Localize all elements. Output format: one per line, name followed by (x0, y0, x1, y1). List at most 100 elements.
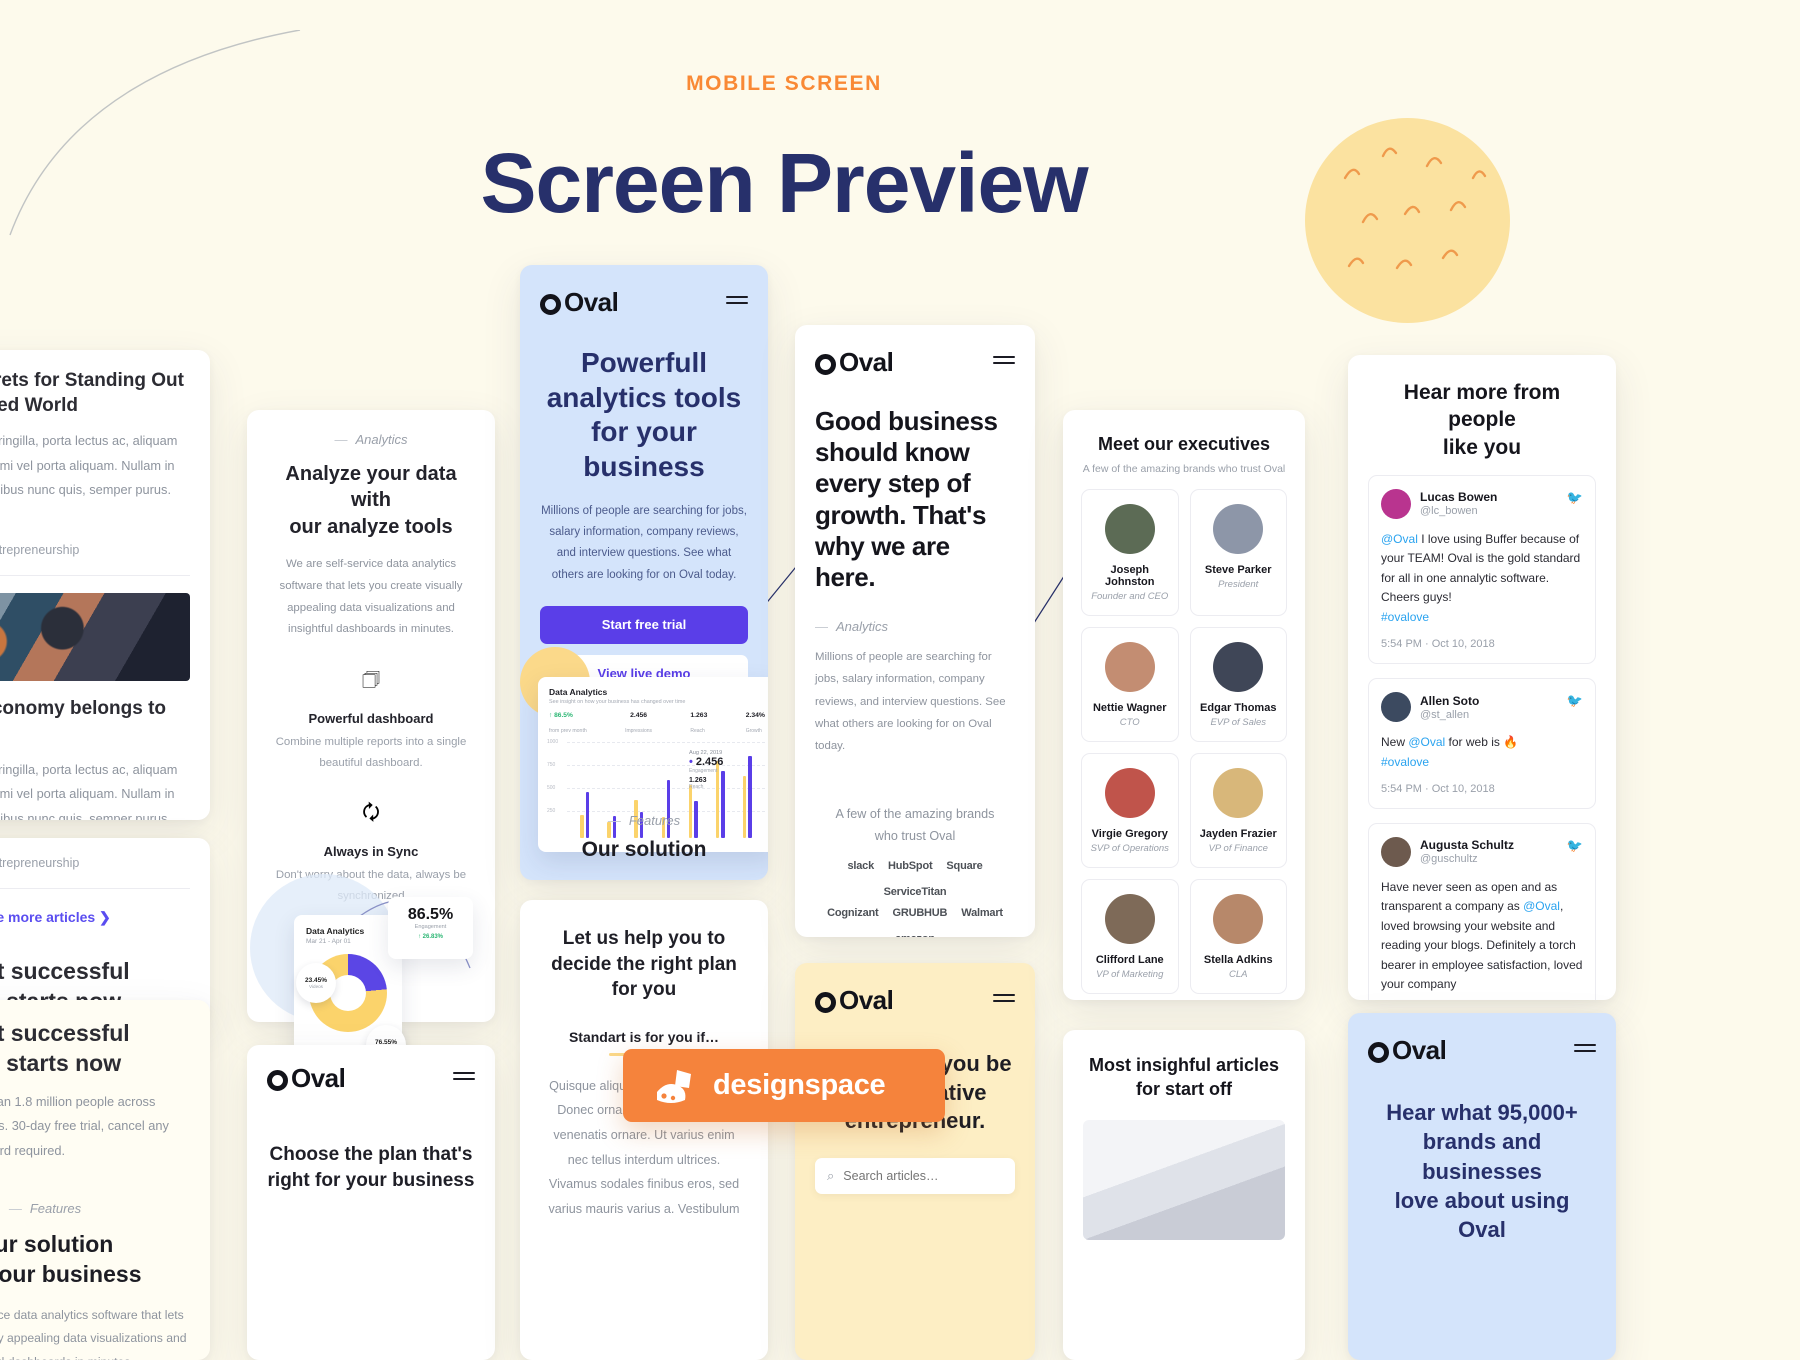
hashtag-link[interactable]: #ovalove (1381, 755, 1429, 769)
oval-logo-mark (815, 354, 836, 375)
designspace-badge[interactable]: designspace (623, 1049, 945, 1122)
choose-plan-card: Oval Choose the plan that's right for yo… (247, 1045, 495, 1360)
article-category: Entrepreneurship (0, 543, 80, 558)
oval-logo: Oval (815, 985, 894, 1016)
solution-title-line1: Our solution (0, 1231, 114, 1258)
growth-value: ↑ 86.5% (549, 712, 573, 719)
hero-title-line2: analytics tools (546, 381, 742, 413)
hero-body: Millions of people are searching for job… (541, 504, 747, 581)
hashtag-link[interactable]: #ovalove (1381, 610, 1429, 624)
executive-role: SVP of Operations (1090, 843, 1169, 854)
avatar (1381, 692, 1411, 723)
insight-image (1083, 1119, 1285, 1240)
executive-name: Clifford Lane (1095, 954, 1164, 966)
analyze-title-line1: Analyze your data with (285, 463, 457, 512)
donut-label-videos: 23.45% Videos (296, 963, 336, 1003)
dashboard-title: Data Analytics (549, 687, 608, 697)
executive-role: CLA (1229, 969, 1248, 980)
executive-name: Edgar Thomas (1200, 702, 1277, 714)
search-input[interactable] (843, 1168, 1003, 1183)
tweet-list: Lucas Bowen @lc_bowen 🐦 @Oval I love using … (1368, 474, 1596, 1000)
kpi-label: Impressions (625, 728, 653, 734)
donut-chart-card: Data Analytics Mar 21 - Apr 01 23.45% Vi… (294, 915, 406, 1065)
tweet-body: Have never seen as open and as transpare… (1381, 879, 1583, 992)
analyze-eyebrow: — Analytics (334, 432, 408, 447)
mention-link[interactable]: @Oval (1523, 899, 1560, 913)
article-category: Entrepreneurship (0, 856, 80, 870)
brand-logo: slack (847, 860, 874, 873)
article-image (0, 593, 190, 682)
avatar (1213, 768, 1264, 818)
dashboard-kpi: 2.34% Growth (746, 712, 765, 737)
choose-plan-title: Choose the plan that's right for your bu… (267, 1144, 475, 1191)
hamburger-menu-icon[interactable] (1574, 1043, 1596, 1058)
hamburger-menu-icon[interactable] (453, 1071, 475, 1086)
mention-link[interactable]: @Oval (1408, 735, 1445, 749)
brands-heading-line2: who trust Oval (874, 829, 956, 844)
oval-logo: Oval (815, 347, 894, 378)
tweets-title-line2: like you (1442, 435, 1522, 459)
tweet-card: Augusta Schultz @guschultz 🐦 Have never see… (1368, 822, 1596, 1000)
tweet-author-name: Allen Soto (1420, 693, 1480, 708)
good-business-eyebrow: — Analytics (815, 619, 889, 635)
executives-subtitle: A few of the amazing brands who trust Ov… (1082, 463, 1286, 475)
eyebrow-dash: — (334, 432, 348, 447)
eyebrow-dash: — (607, 813, 621, 828)
tweet-card: Allen Soto @st_allen 🐦 New @Oval for web is… (1368, 678, 1596, 809)
oval-logo: Oval (1368, 1035, 1447, 1066)
mention-link[interactable]: @Oval (1381, 532, 1418, 546)
hero-title-line4: business (583, 451, 705, 483)
cta-title-repeat: Your next successful business starts now (0, 1020, 130, 1077)
article-title: The new economy belongs to creators (0, 698, 167, 720)
dashboard-growth: ↑ 86.5% from prev month (549, 712, 587, 737)
y-tick-label: 500 (547, 785, 556, 791)
oval-logo-mark (540, 294, 561, 315)
see-more-articles-link[interactable]: See more articles ❯ (0, 909, 190, 926)
plan-title: Let us help you to decide the right plan… (551, 928, 737, 1001)
good-business-card: Oval Good business should know every ste… (795, 325, 1035, 937)
executive-name: Nettie Wagner (1092, 702, 1167, 714)
oval-logo-text: Oval (291, 1063, 346, 1093)
y-tick-label: 1000 (547, 739, 559, 745)
designspace-label: designspace (713, 1069, 886, 1101)
oval-logo-text: Oval (839, 347, 894, 377)
paint-roller-icon (657, 1069, 691, 1103)
search-box[interactable]: ⌕ (815, 1157, 1015, 1194)
article-meta: 24 May 2020 - Entrepreneurship (0, 543, 190, 557)
oval-logo-mark (267, 1070, 288, 1091)
executive-cell: Joseph Johnston Founder and CEO (1081, 489, 1179, 616)
tweet-handle: @guschultz (1420, 853, 1478, 866)
hero-title-line3: for your (591, 416, 697, 448)
tweet-timestamp: 5:54 PM · Oct 10, 2018 (1381, 638, 1495, 651)
article-title: Brand Secrets for Standing Out in a Crow… (0, 370, 184, 417)
donut-value: 23.45% (304, 977, 328, 984)
article-excerpt: Aliquam ut justo fringilla, porta lectus… (0, 761, 178, 820)
hamburger-menu-icon[interactable] (993, 355, 1015, 370)
engagement-value: 86.5% (407, 906, 454, 923)
start-free-trial-button[interactable]: Start free trial (540, 605, 748, 644)
plan-subtitle: Standart is for you if… (568, 1028, 720, 1045)
executive-role: EVP of Sales (1210, 717, 1267, 728)
brand-logo: Cognizant (827, 907, 879, 920)
hamburger-menu-icon[interactable] (993, 993, 1015, 1008)
hero-features-section: — Features Our solution (520, 813, 768, 862)
donut-widget: Data Analytics Mar 21 - Apr 01 23.45% Vi… (250, 874, 503, 1065)
oval-logo-text: Oval (564, 287, 619, 317)
executive-name: Stella Adkins (1203, 954, 1273, 966)
feature-body: Combine multiple reports into a single b… (275, 735, 467, 769)
solution-card: Your next successful business starts now… (0, 1000, 210, 1360)
executive-cell: Jayden Frazier VP of Finance (1189, 753, 1287, 868)
hear-title-line3: love about using Oval (1394, 1187, 1570, 1242)
oval-logo: Oval (267, 1063, 346, 1094)
oval-logo-text: Oval (839, 985, 894, 1015)
dashboard-kpi: 2.456 Impressions (625, 712, 652, 737)
search-card: Oval Let us help you be more creative en… (795, 963, 1035, 1360)
brand-logo: Square (946, 860, 983, 873)
brand-logo: amazon (895, 933, 935, 937)
solution-eyebrow: — Features (8, 1201, 82, 1217)
brands-heading-line1: A few of the amazing brands (835, 807, 995, 822)
twitter-bird-icon: 🐦 (1566, 693, 1583, 709)
sync-icon: 🗘 (362, 802, 380, 825)
oval-logo-text: Oval (1392, 1035, 1447, 1065)
hamburger-menu-icon[interactable] (726, 295, 748, 310)
